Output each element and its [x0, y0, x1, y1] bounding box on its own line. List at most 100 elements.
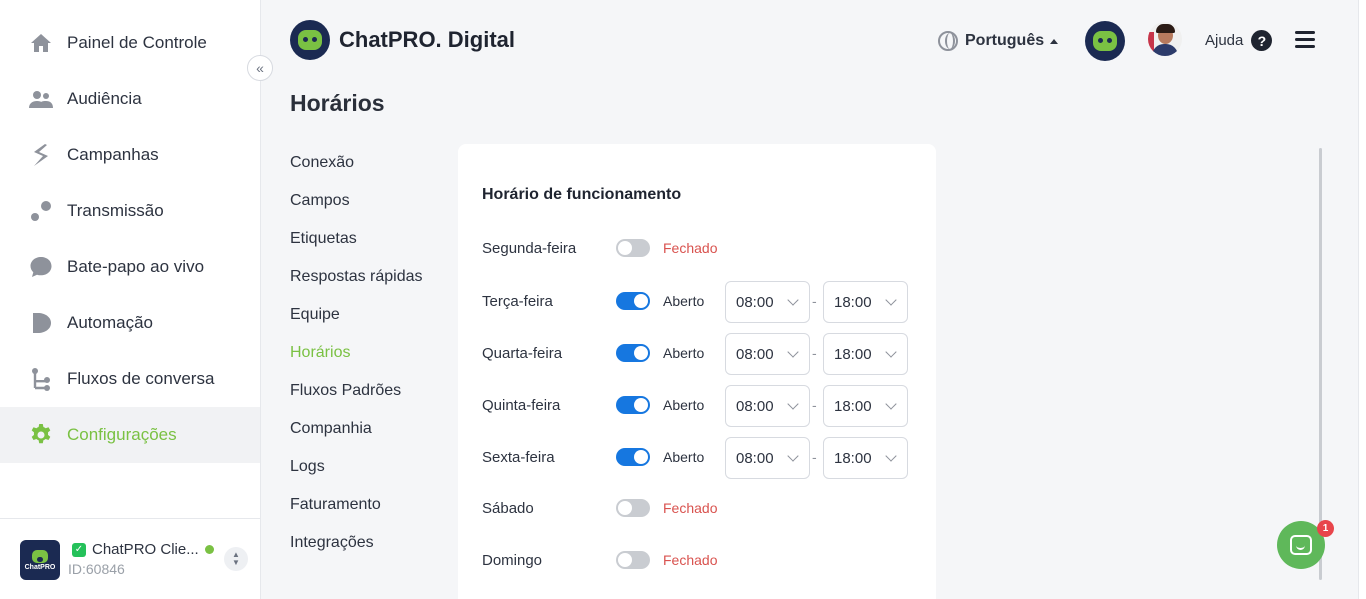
- card-title: Horário de funcionamento: [482, 186, 682, 203]
- automation-icon: [28, 310, 54, 336]
- bot-avatar: [1085, 21, 1125, 61]
- workspace-logo[interactable]: [1085, 21, 1125, 61]
- submenu-item-integracoes[interactable]: Integrações: [290, 534, 374, 552]
- open-time-select[interactable]: 08:00: [725, 437, 810, 479]
- day-toggle[interactable]: [616, 239, 650, 257]
- day-name: Domingo: [482, 552, 543, 569]
- toggle-knob: [618, 241, 632, 255]
- close-time-select[interactable]: 18:00: [823, 437, 908, 479]
- hamburger-menu-icon[interactable]: [1295, 31, 1315, 49]
- close-time-select[interactable]: 18:00: [823, 385, 908, 427]
- submenu-item-respostas-rapidas[interactable]: Respostas rápidas: [290, 268, 423, 286]
- question-icon: ?: [1251, 30, 1273, 51]
- submenu-item-etiquetas[interactable]: Etiquetas: [290, 230, 357, 248]
- sidebar-item-transmissao[interactable]: Transmissão: [0, 183, 260, 239]
- online-status-dot: [204, 545, 214, 554]
- user-avatar[interactable]: [1148, 22, 1182, 56]
- sidebar-item-bate-papo[interactable]: Bate-papo ao vivo: [0, 239, 260, 295]
- day-toggle[interactable]: [616, 499, 650, 517]
- day-name: Sábado: [482, 500, 534, 517]
- language-selector[interactable]: Português: [938, 31, 1059, 51]
- account-logo-text: ChatPRO: [24, 563, 56, 571]
- sidebar-item-configuracoes[interactable]: Configurações: [0, 407, 260, 463]
- submenu-item-equipe[interactable]: Equipe: [290, 306, 340, 324]
- day-row-quinta: Quinta-feira Aberto 08:00 - 18:00: [482, 385, 912, 427]
- open-time-select[interactable]: 08:00: [725, 385, 810, 427]
- sidebar-item-label: Fluxos de conversa: [67, 369, 215, 388]
- day-toggle[interactable]: [616, 292, 650, 310]
- submenu-item-logs[interactable]: Logs: [290, 458, 325, 476]
- toggle-knob: [634, 398, 648, 412]
- submenu-item-companhia[interactable]: Companhia: [290, 420, 372, 438]
- chat-bubble-icon: [28, 254, 54, 280]
- day-toggle[interactable]: [616, 448, 650, 466]
- day-toggle[interactable]: [616, 344, 650, 362]
- time-separator: -: [812, 345, 817, 361]
- account-logo: ChatPRO: [20, 540, 60, 580]
- day-status: Aberto: [663, 293, 705, 309]
- day-toggle[interactable]: [616, 396, 650, 414]
- day-name: Segunda-feira: [482, 240, 577, 257]
- bot-icon: [1093, 31, 1117, 51]
- open-time-value: 08:00: [736, 450, 774, 467]
- day-name: Quarta-feira: [482, 345, 563, 362]
- account-name: ChatPRO Clie...: [92, 541, 199, 558]
- open-time-select[interactable]: 08:00: [725, 333, 810, 375]
- day-row-terca: Terça-feira Aberto 08:00 - 18:00: [482, 281, 912, 323]
- account-switch-icon[interactable]: ▲ ▼: [224, 547, 248, 571]
- sidebar-item-audiencia[interactable]: Audiência: [0, 71, 260, 127]
- day-name: Terça-feira: [482, 293, 553, 310]
- close-time-value: 18:00: [834, 346, 872, 363]
- day-status: Fechado: [663, 500, 718, 516]
- bot-icon: [32, 549, 48, 563]
- avatar-hair-shape: [1156, 24, 1175, 33]
- submenu-item-fluxos-padroes[interactable]: Fluxos Padrões: [290, 382, 401, 400]
- close-time-select[interactable]: 18:00: [823, 281, 908, 323]
- sidebar-item-automacao[interactable]: Automação: [0, 295, 260, 351]
- close-time-select[interactable]: 18:00: [823, 333, 908, 375]
- sidebar-item-campanhas[interactable]: Campanhas: [0, 127, 260, 183]
- day-status: Aberto: [663, 397, 705, 413]
- chat-icon: [1290, 535, 1312, 555]
- brand-name: ChatPRO. Digital: [339, 27, 516, 52]
- submenu-item-conexao[interactable]: Conexão: [290, 154, 354, 172]
- submenu-item-campos[interactable]: Campos: [290, 192, 350, 210]
- close-time-value: 18:00: [834, 294, 872, 311]
- day-row-sabado: Sábado Fechado: [482, 488, 912, 530]
- sidebar-item-label: Bate-papo ao vivo: [67, 257, 205, 276]
- brand-logo: [290, 20, 330, 60]
- campaign-icon: [28, 142, 54, 168]
- day-name: Quinta-feira: [482, 397, 561, 414]
- sidebar-item-painel-de-controle[interactable]: Painel de Controle: [0, 15, 260, 71]
- help-button[interactable]: Ajuda ?: [1205, 30, 1273, 51]
- flow-icon: [28, 366, 54, 392]
- open-time-value: 08:00: [736, 294, 774, 311]
- help-label: Ajuda: [1205, 32, 1244, 49]
- globe-icon: [938, 31, 958, 51]
- sidebar-item-label: Painel de Controle: [67, 33, 207, 52]
- submenu-item-faturamento[interactable]: Faturamento: [290, 496, 381, 514]
- chevron-down-icon: [885, 398, 897, 410]
- users-icon: [28, 86, 54, 112]
- close-time-value: 18:00: [834, 450, 872, 467]
- language-label: Português: [965, 32, 1045, 49]
- collapse-sidebar-button[interactable]: «: [247, 55, 273, 81]
- time-separator: -: [812, 449, 817, 465]
- account-switcher[interactable]: ChatPRO ✓ ChatPRO Clie... ID:60846 ▲ ▼: [0, 518, 260, 599]
- chevron-down-icon: [885, 294, 897, 306]
- account-name-row: ✓ ChatPRO Clie...: [72, 541, 214, 558]
- chevron-down-icon: [787, 346, 799, 358]
- sidebar-item-fluxos-de-conversa[interactable]: Fluxos de conversa: [0, 351, 260, 407]
- home-icon: [28, 30, 54, 56]
- day-status: Fechado: [663, 240, 718, 256]
- chevron-down-icon: [787, 398, 799, 410]
- brand[interactable]: ChatPRO. Digital: [290, 20, 515, 60]
- day-name: Sexta-feira: [482, 449, 555, 466]
- page-scrollbar[interactable]: [1319, 148, 1322, 580]
- day-status: Aberto: [663, 345, 705, 361]
- open-time-select[interactable]: 08:00: [725, 281, 810, 323]
- open-time-value: 08:00: [736, 346, 774, 363]
- window-edge: [1358, 0, 1366, 599]
- submenu-item-horarios[interactable]: Horários: [290, 344, 350, 362]
- day-toggle[interactable]: [616, 551, 650, 569]
